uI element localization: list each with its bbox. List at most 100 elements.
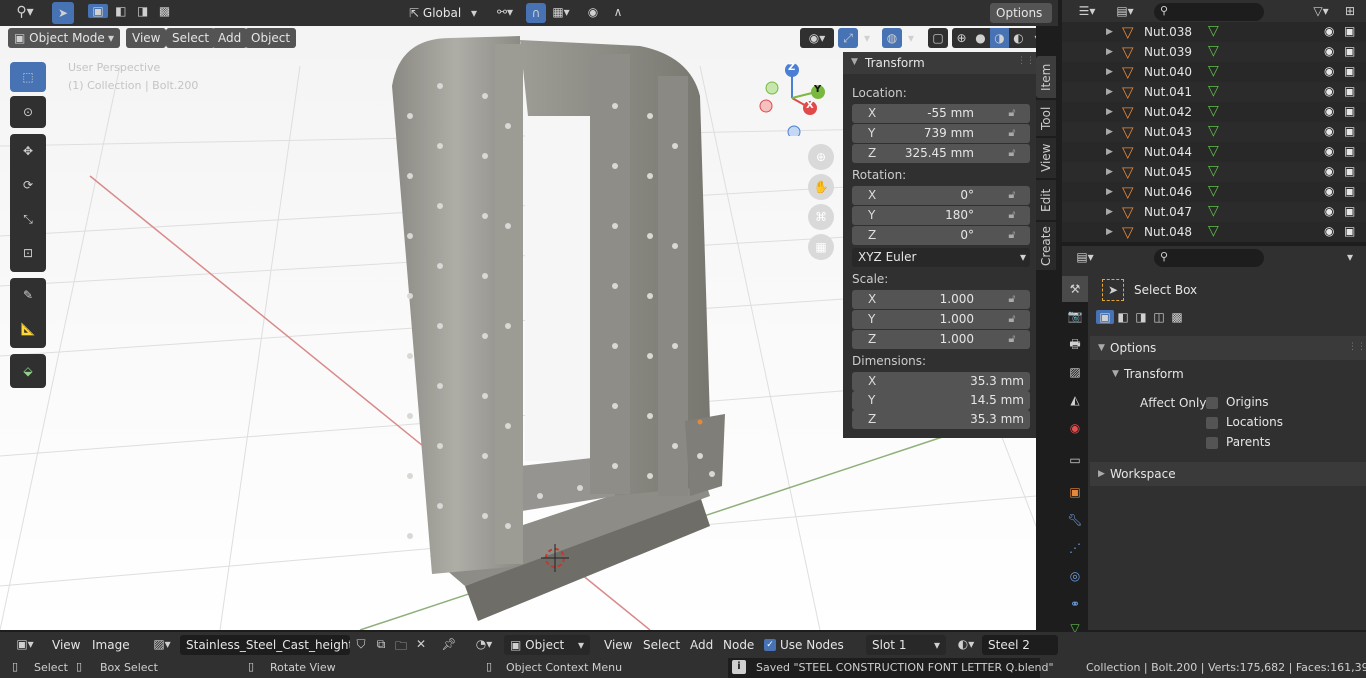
mesh-data-icon[interactable]: ▽ bbox=[1208, 223, 1219, 239]
snap-target-icon[interactable]: ▦▾ bbox=[548, 5, 574, 19]
transform-orientation-dropdown[interactable]: ⇱ Global ▾ bbox=[403, 3, 483, 23]
overlay-dropdown-icon[interactable]: ▾ bbox=[902, 31, 920, 45]
outliner-row[interactable]: ▶ ▽ Nut.038 ▽ ◉ ▣ bbox=[1062, 22, 1366, 42]
expand-arrow-icon[interactable]: ▶ bbox=[1106, 207, 1113, 217]
expand-arrow-icon[interactable]: ▶ bbox=[1106, 87, 1113, 97]
mesh-data-icon[interactable]: ▽ bbox=[1208, 43, 1219, 59]
measure-icon[interactable]: 📐 bbox=[10, 312, 46, 346]
steel-letter-model[interactable] bbox=[392, 36, 725, 621]
navigation-gizmo[interactable]: Z X Y bbox=[752, 56, 832, 139]
image-name-field[interactable]: Stainless_Steel_Cast_height.png bbox=[180, 635, 350, 655]
select-subtract-icon[interactable]: ◨ bbox=[134, 4, 152, 18]
tab-edit[interactable]: Edit bbox=[1036, 180, 1056, 220]
scale-icon[interactable]: ⤡ bbox=[10, 202, 46, 236]
image-menu-image[interactable]: Image bbox=[92, 638, 130, 652]
eye-icon[interactable]: ◉ bbox=[1324, 184, 1334, 198]
xray-toggle[interactable]: ▢ bbox=[928, 28, 948, 48]
tab-item[interactable]: Item bbox=[1036, 56, 1056, 98]
gizmo-dropdown-icon[interactable]: ▾ bbox=[858, 31, 876, 45]
select-intersect-icon[interactable]: ▩ bbox=[155, 4, 173, 18]
grid-perspective-icon[interactable]: ▦ bbox=[808, 234, 834, 260]
eye-icon[interactable]: ◉ bbox=[1324, 104, 1334, 118]
output-props-icon[interactable]: 🖶 bbox=[1062, 330, 1088, 358]
duplicate-image-icon[interactable]: ⧉ bbox=[372, 637, 390, 652]
collection-props-icon[interactable]: ▭ bbox=[1062, 442, 1088, 478]
eye-icon[interactable]: ◉ bbox=[1324, 144, 1334, 158]
rotation-z-field[interactable]: Z 0° bbox=[852, 226, 1030, 245]
camera-icon[interactable]: ▣ bbox=[1344, 24, 1355, 38]
camera-icon[interactable]: ▣ bbox=[1344, 44, 1355, 58]
select-mode-group[interactable]: ▣ ◧ ◨ ▩ bbox=[88, 4, 184, 22]
proportional-edit-icon[interactable]: ◉ bbox=[584, 5, 602, 19]
select-difference-icon[interactable]: ◫ bbox=[1150, 310, 1168, 324]
material-shading-icon[interactable]: ◑ bbox=[990, 28, 1009, 48]
tool-props-icon[interactable]: ⚒ bbox=[1062, 276, 1088, 302]
menu-add[interactable]: Add bbox=[212, 28, 248, 48]
expand-arrow-icon[interactable]: ▶ bbox=[1106, 227, 1113, 237]
visibility-dropdown[interactable]: ◉▾ bbox=[800, 28, 834, 48]
tab-view[interactable]: View bbox=[1036, 138, 1056, 178]
camera-icon[interactable]: ⌘ bbox=[808, 204, 834, 230]
snap-toggle[interactable]: ∩ bbox=[526, 3, 546, 23]
workspace-panel-header[interactable]: ▶ Workspace bbox=[1090, 462, 1366, 486]
expand-arrow-icon[interactable]: ▶ bbox=[1106, 167, 1113, 177]
lock-icon[interactable]: 🔓︎ bbox=[1005, 228, 1019, 242]
location-y-field[interactable]: Y 739 mm bbox=[852, 124, 1030, 143]
eye-icon[interactable]: ◉ bbox=[1324, 84, 1334, 98]
dimension-x-field[interactable]: X 35.3 mm bbox=[852, 372, 1030, 391]
select-tool-button[interactable]: ➤ bbox=[52, 2, 74, 24]
tool-select-box[interactable]: ⬚ bbox=[10, 62, 46, 92]
transform-subpanel-header[interactable]: ▼ Transform bbox=[1104, 364, 1354, 384]
slot-dropdown[interactable]: Slot 1 ▾ bbox=[866, 635, 946, 655]
overlay-toggle[interactable]: ◍ bbox=[882, 28, 902, 48]
mesh-data-icon[interactable]: ▽ bbox=[1208, 63, 1219, 79]
outliner-row[interactable]: ▶ ▽ Nut.039 ▽ ◉ ▣ bbox=[1062, 42, 1366, 62]
shader-type-dropdown[interactable]: ▣ Object ▾ bbox=[504, 635, 590, 655]
image-browse-icon[interactable]: ▨▾ bbox=[148, 637, 176, 651]
expand-arrow-icon[interactable]: ▶ bbox=[1106, 187, 1113, 197]
drag-handle-icon[interactable]: ⋮⋮ bbox=[1348, 342, 1366, 352]
select-subtract-icon[interactable]: ◨ bbox=[1132, 310, 1150, 324]
expand-arrow-icon[interactable]: ▶ bbox=[1106, 67, 1113, 77]
outliner-row[interactable]: ▶ ▽ Nut.040 ▽ ◉ ▣ bbox=[1062, 62, 1366, 82]
pan-hand-icon[interactable]: ✋ bbox=[808, 174, 834, 200]
material-browse-icon[interactable]: ◐▾ bbox=[952, 637, 980, 651]
mesh-data-icon[interactable]: ▽ bbox=[1208, 123, 1219, 139]
expand-arrow-icon[interactable]: ▶ bbox=[1106, 27, 1113, 37]
chevron-down-icon[interactable]: ▾ bbox=[1028, 28, 1036, 48]
wireframe-shading-icon[interactable]: ⊕ bbox=[952, 28, 971, 48]
filter-icon[interactable]: ▽▾ bbox=[1306, 4, 1336, 18]
lock-icon[interactable]: 🔓︎ bbox=[1005, 292, 1019, 306]
mesh-data-icon[interactable]: ▽ bbox=[1208, 183, 1219, 199]
transform-icon[interactable]: ⊡ bbox=[10, 236, 46, 270]
outliner-search-input[interactable]: ⚲ bbox=[1154, 3, 1264, 21]
camera-icon[interactable]: ▣ bbox=[1344, 164, 1355, 178]
lock-icon[interactable]: 🔓︎ bbox=[1005, 106, 1019, 120]
camera-icon[interactable]: ▣ bbox=[1344, 204, 1355, 218]
fake-user-shield-icon[interactable]: ⛉ bbox=[352, 637, 370, 652]
mesh-data-icon[interactable]: ▽ bbox=[1208, 163, 1219, 179]
dimension-y-field[interactable]: Y 14.5 mm bbox=[852, 391, 1030, 410]
lock-icon[interactable]: 🔓︎ bbox=[1005, 126, 1019, 140]
pivot-icon[interactable]: ⚯▾ bbox=[492, 5, 518, 19]
chevron-down-icon[interactable]: ▾ bbox=[1342, 250, 1358, 264]
camera-icon[interactable]: ▣ bbox=[1344, 224, 1355, 238]
select-extend-icon[interactable]: ◧ bbox=[112, 4, 130, 18]
eye-icon[interactable]: ◉ bbox=[1324, 124, 1334, 138]
image-editor-type-icon[interactable]: ▣▾ bbox=[10, 637, 40, 651]
lock-icon[interactable]: 🔓︎ bbox=[1005, 146, 1019, 160]
location-x-field[interactable]: X -55 mm bbox=[852, 104, 1030, 123]
lock-icon[interactable]: 🔓︎ bbox=[1005, 332, 1019, 346]
menu-select[interactable]: Select bbox=[166, 28, 216, 48]
lock-icon[interactable]: 🔓︎ bbox=[1005, 312, 1019, 326]
camera-icon[interactable]: ▣ bbox=[1344, 64, 1355, 78]
tool-select-mode-group[interactable]: ▣ ◧ ◨ ◫ ▩ bbox=[1096, 310, 1196, 328]
unlink-close-icon[interactable]: ✕ bbox=[412, 637, 430, 651]
node-editor-type-icon[interactable]: ◔▾ bbox=[470, 637, 498, 651]
scale-x-field[interactable]: X 1.000 bbox=[852, 290, 1030, 309]
solid-shading-icon[interactable]: ● bbox=[971, 28, 990, 48]
eye-icon[interactable]: ◉ bbox=[1324, 44, 1334, 58]
object-props-icon[interactable]: ▣ bbox=[1062, 478, 1088, 506]
node-menu-select[interactable]: Select bbox=[643, 638, 680, 652]
expand-arrow-icon[interactable]: ▶ bbox=[1106, 147, 1113, 157]
